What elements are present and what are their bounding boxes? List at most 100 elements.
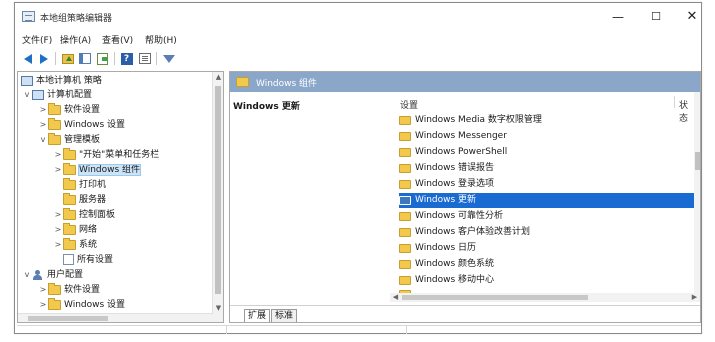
back-icon[interactable]: [20, 51, 35, 66]
expand-chevron-icon[interactable]: >: [38, 103, 48, 117]
folder-icon: [63, 178, 76, 190]
scroll-right-arrow-icon[interactable]: ▶: [689, 293, 700, 301]
computer-icon: [32, 90, 44, 100]
tree-node-software-settings[interactable]: > 软件设置: [38, 103, 100, 117]
list-item[interactable]: Windows Media 数字权限管理: [399, 113, 700, 128]
policy-editor-app-icon: [22, 11, 35, 22]
tree-node-control-panel[interactable]: > 控制面板: [53, 208, 115, 222]
tree-node-network[interactable]: > 网络: [53, 223, 97, 237]
policy-editor-window: 本地组策略编辑器 — ☐ ✕ 文件(F) 操作(A) 查看(V) 帮助(H) ?…: [14, 2, 702, 334]
folder-icon: [399, 180, 411, 189]
scrollbar-thumb[interactable]: [695, 152, 700, 170]
tree-node-printers[interactable]: 打印机: [53, 178, 106, 192]
policy-tree-pane[interactable]: 本地计算机 策略 v 计算机配置 > 软件设置 > Windows 设置 v 管理模板 …: [17, 71, 224, 323]
scrollbar-thumb[interactable]: [215, 86, 221, 294]
folder-icon: [399, 228, 411, 237]
folder-icon: [63, 238, 76, 250]
collapse-chevron-icon[interactable]: v: [22, 88, 32, 102]
view-tabs: 扩展 标准: [230, 305, 700, 322]
tree-node-all-settings[interactable]: 所有设置: [53, 253, 113, 267]
list-item[interactable]: Windows 移动中心: [399, 273, 700, 288]
list-item[interactable]: Windows 颜色系统: [399, 257, 700, 272]
tree-node-user-config[interactable]: v 用户配置: [22, 268, 83, 282]
scrollbar-thumb[interactable]: [402, 295, 588, 300]
tree-node-root[interactable]: 本地计算机 策略: [21, 74, 102, 88]
column-header-setting[interactable]: 设置: [400, 98, 418, 111]
scroll-up-arrow-icon[interactable]: ▲: [213, 73, 223, 81]
tree-node-windows-components[interactable]: > Windows 组件: [53, 163, 142, 177]
expand-chevron-icon[interactable]: >: [38, 298, 48, 312]
expand-chevron-icon[interactable]: >: [53, 208, 63, 222]
close-button[interactable]: ✕: [681, 9, 703, 25]
tree-node-server[interactable]: 服务器: [53, 193, 106, 207]
list-item[interactable]: Windows 日历: [399, 241, 700, 256]
tree-node-start-menu-taskbar[interactable]: > "开始"菜单和任务栏: [53, 148, 159, 162]
menu-file[interactable]: 文件(F): [22, 33, 52, 46]
scroll-left-arrow-icon[interactable]: ◀: [390, 293, 401, 301]
list-item[interactable]: Windows 可靠性分析: [399, 209, 700, 224]
tree-node-system[interactable]: > 系统: [53, 238, 97, 252]
folder-icon: [48, 133, 61, 145]
folder-icon: [399, 244, 411, 253]
tree-node-windows-settings[interactable]: > Windows 设置: [38, 118, 125, 132]
folder-icon: [399, 212, 411, 221]
tab-standard[interactable]: 标准: [271, 309, 298, 322]
folder-icon: [399, 132, 411, 141]
settings-doc-icon: [63, 254, 74, 265]
tree-node-computer-config[interactable]: v 计算机配置: [22, 88, 92, 102]
list-item[interactable]: Windows 登录选项: [399, 177, 700, 192]
description-title: Windows 更新: [233, 102, 300, 112]
expand-chevron-icon[interactable]: >: [38, 118, 48, 132]
folder-icon: [63, 208, 76, 220]
collapse-chevron-icon[interactable]: v: [38, 133, 48, 147]
folder-icon: [399, 276, 411, 285]
menu-help[interactable]: 帮助(H): [145, 33, 177, 46]
tree-horizontal-scrollbar[interactable]: [18, 313, 213, 322]
toolbar-separator: [114, 52, 115, 65]
collapse-chevron-icon[interactable]: v: [22, 268, 32, 282]
list-item[interactable]: Windows 客户体验改善计划: [399, 225, 700, 240]
expand-chevron-icon[interactable]: >: [53, 148, 63, 162]
folder-icon: [48, 118, 61, 130]
expand-chevron-icon[interactable]: >: [53, 163, 63, 177]
menu-view[interactable]: 查看(V): [102, 33, 133, 46]
tree-node-admin-templates[interactable]: v 管理模板: [38, 133, 100, 147]
folder-icon: [63, 223, 76, 235]
view-icon[interactable]: [137, 51, 152, 66]
maximize-button[interactable]: ☐: [645, 9, 667, 25]
list-item[interactable]: Windows 错误报告: [399, 161, 700, 176]
column-divider[interactable]: [674, 96, 675, 108]
window-title: 本地组策略编辑器: [40, 14, 113, 24]
list-item[interactable]: Windows Messenger: [399, 129, 700, 144]
list-vertical-scrollbar[interactable]: [694, 92, 700, 293]
tab-extended[interactable]: 扩展: [244, 309, 271, 322]
forward-icon[interactable]: [36, 51, 51, 66]
help-icon[interactable]: ?: [119, 51, 134, 66]
list-item[interactable]: Windows PowerShell: [399, 145, 700, 160]
scroll-down-arrow-icon[interactable]: ▼: [213, 304, 223, 312]
tree-vertical-scrollbar[interactable]: ▲ ▼: [212, 72, 223, 322]
toolbar: ?: [15, 50, 701, 68]
export-list-icon[interactable]: [95, 51, 110, 66]
folder-icon: [48, 283, 61, 295]
list-column-header: 设置 状态: [390, 94, 690, 124]
list-item-selected[interactable]: Windows 更新: [399, 193, 700, 208]
minimize-button[interactable]: —: [607, 9, 629, 25]
show-hide-tree-icon[interactable]: [77, 51, 92, 66]
tree-node-user-windows-settings[interactable]: > Windows 设置: [38, 298, 125, 312]
tree-node-user-software-settings[interactable]: > 软件设置: [38, 283, 100, 297]
menu-bar: 文件(F) 操作(A) 查看(V) 帮助(H): [15, 31, 701, 48]
expand-chevron-icon[interactable]: >: [53, 238, 63, 252]
folder-icon: [399, 196, 411, 205]
path-title: Windows 组件: [256, 79, 318, 89]
scrollbar-thumb[interactable]: [28, 316, 108, 321]
expand-chevron-icon[interactable]: >: [53, 223, 63, 237]
list-horizontal-scrollbar[interactable]: ◀ ▶: [390, 293, 700, 302]
up-folder-icon[interactable]: [60, 51, 75, 66]
filter-icon[interactable]: [161, 51, 176, 66]
expand-chevron-icon[interactable]: >: [38, 283, 48, 297]
path-bar: Windows 组件: [230, 72, 700, 92]
menu-action[interactable]: 操作(A): [60, 33, 91, 46]
folder-icon: [236, 77, 249, 87]
folder-icon: [399, 148, 411, 157]
